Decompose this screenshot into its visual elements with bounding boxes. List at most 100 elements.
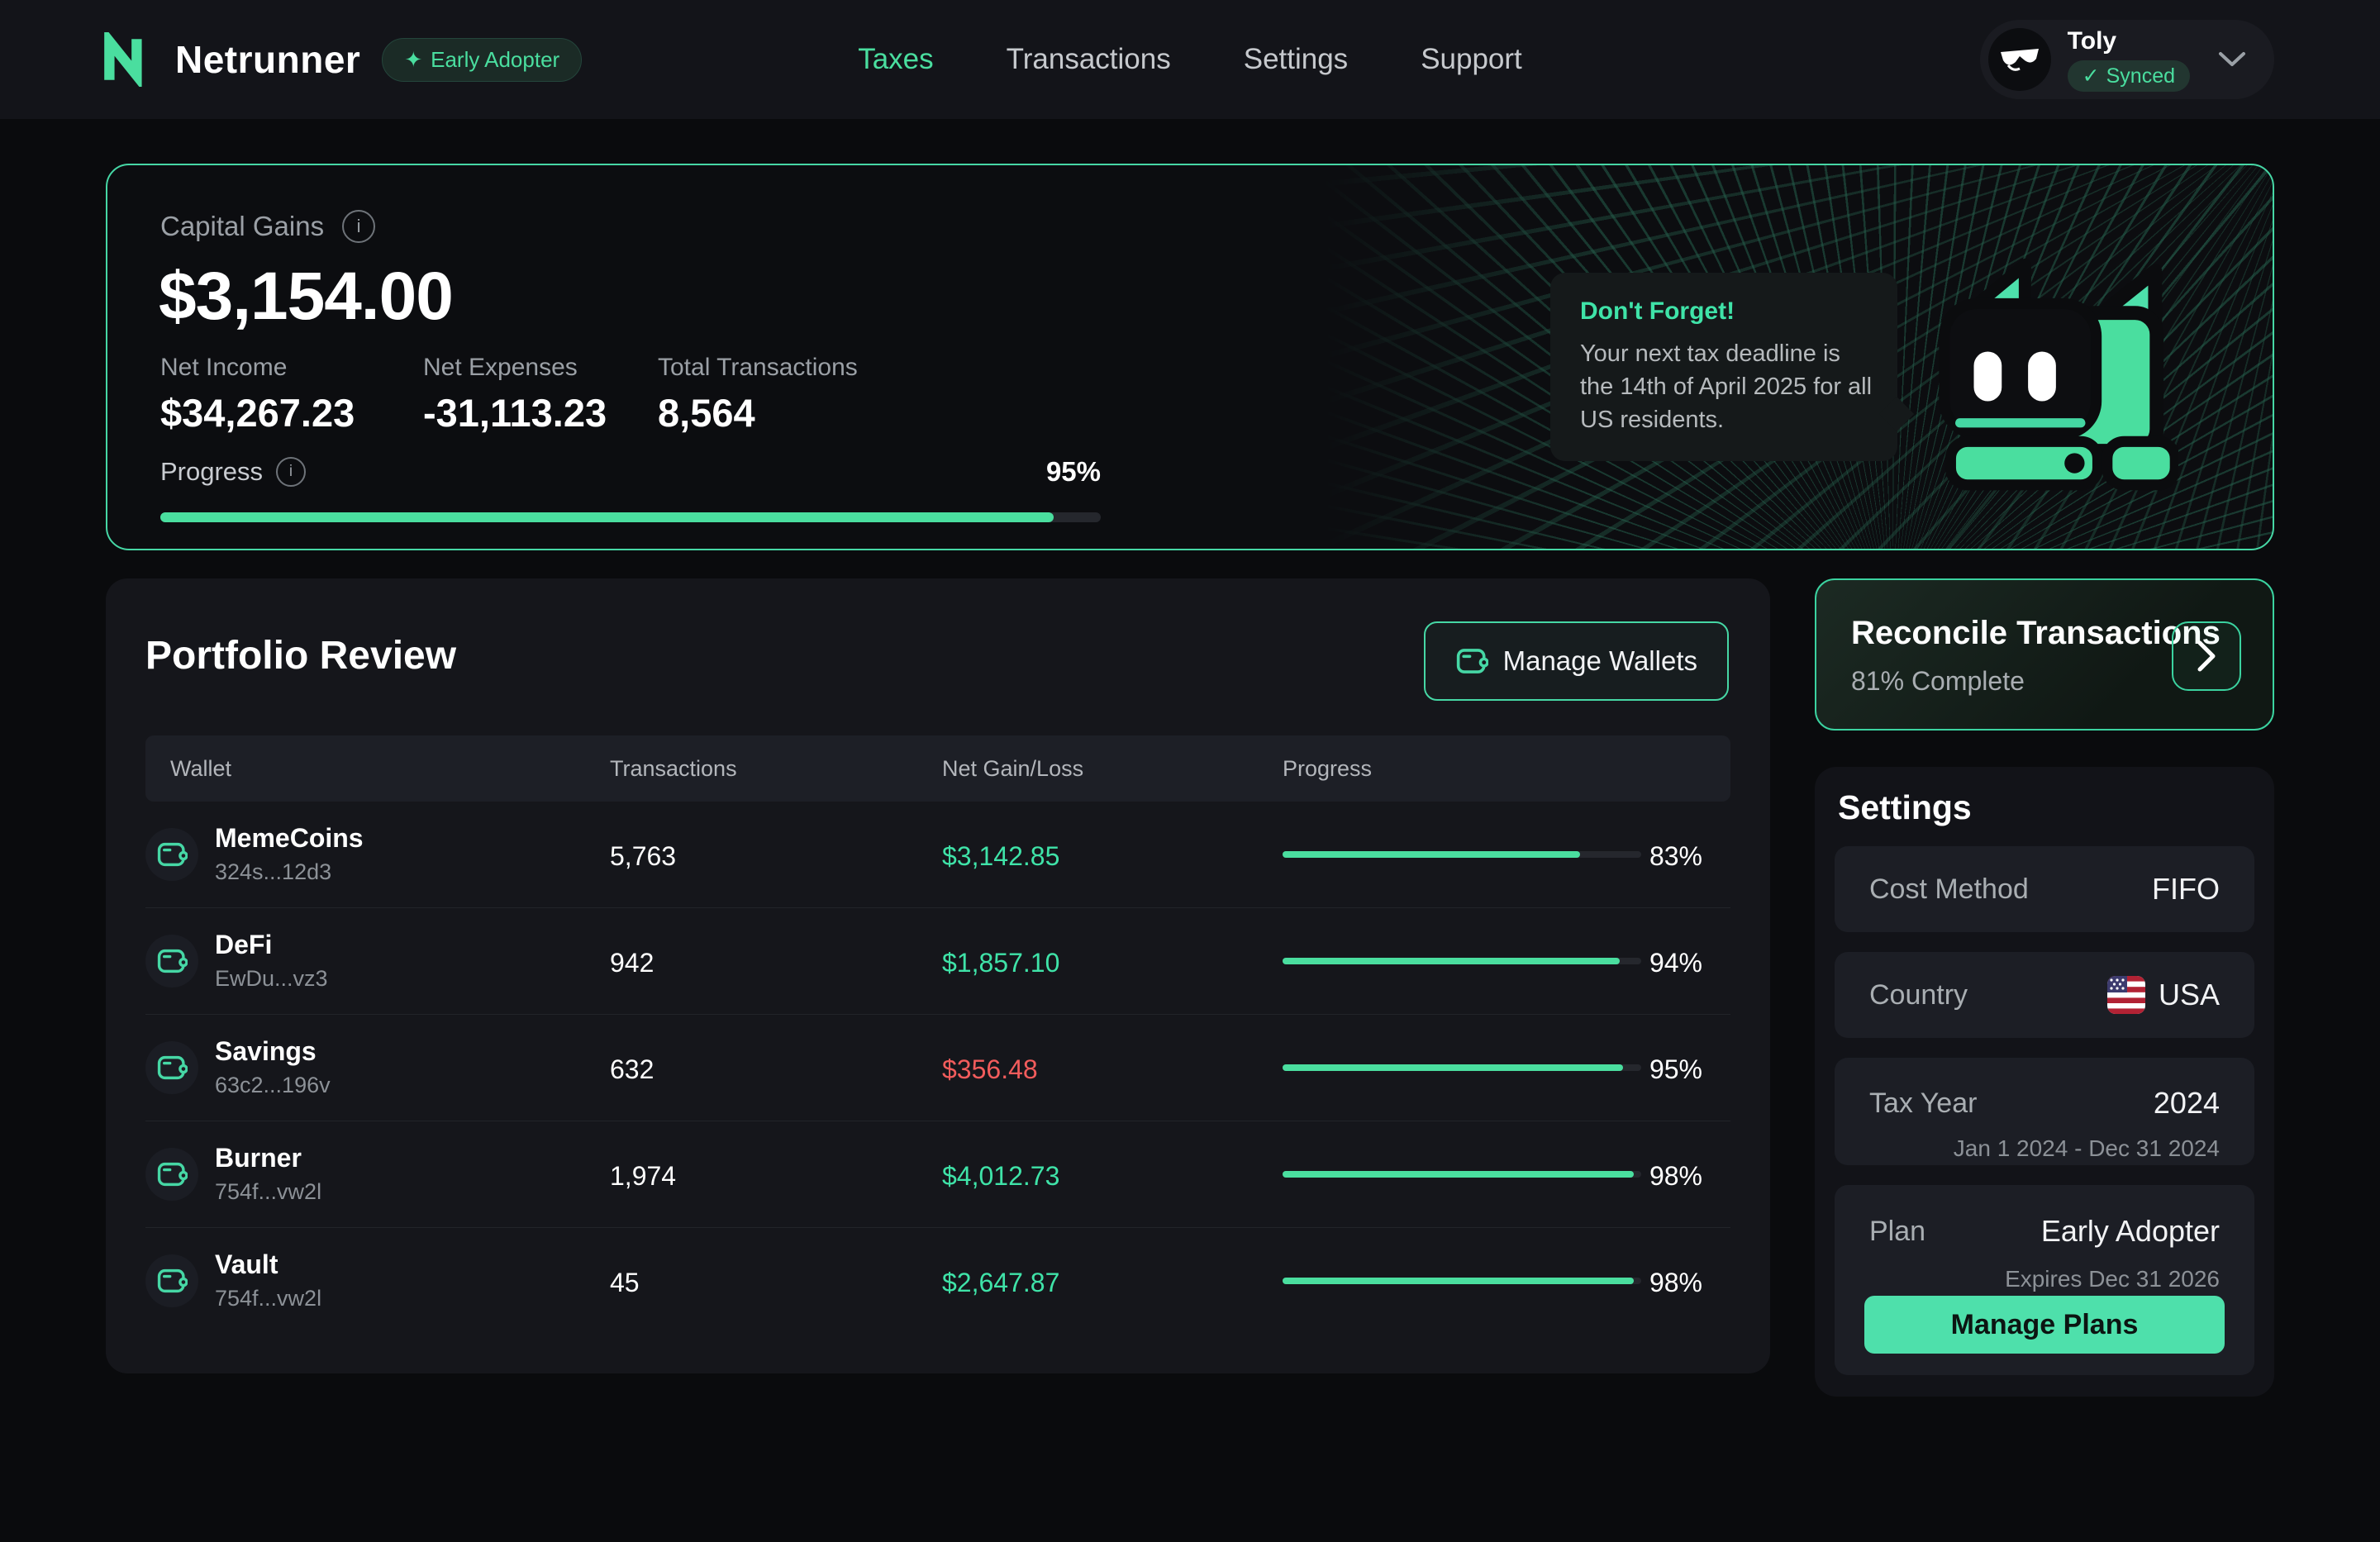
profile-menu[interactable]: Toly ✓ Synced xyxy=(1980,20,2274,99)
tooltip-title: Don't Forget! xyxy=(1580,297,1868,326)
wallet-name: DeFi xyxy=(215,930,272,960)
wallet-net-gain: $356.48 xyxy=(942,1054,1038,1085)
wallet-name: Burner xyxy=(215,1143,302,1173)
hero-progress-fill xyxy=(160,512,1054,522)
net-expenses-label: Net Expenses xyxy=(423,354,658,382)
wallet-progress-percent: 98% xyxy=(1636,1268,1702,1298)
wallet-name: MemeCoins xyxy=(215,823,364,854)
wallet-avatar xyxy=(145,935,198,988)
wallet-avatar xyxy=(145,828,198,881)
wallet-table-header: Wallet Transactions Net Gain/Loss Progre… xyxy=(145,735,1730,802)
wallet-net-gain: $3,142.85 xyxy=(942,841,1059,872)
netrunner-logo-icon xyxy=(99,32,154,87)
country-setting[interactable]: Country xyxy=(1835,952,2254,1038)
wallet-icon xyxy=(156,947,188,975)
wallet-progress-track xyxy=(1283,1171,1641,1178)
portfolio-review-card: Portfolio Review Manage Wallets Wallet T… xyxy=(106,578,1770,1373)
wallet-address: 754f...vw2l xyxy=(215,1179,321,1205)
wallet-net-gain: $4,012.73 xyxy=(942,1161,1059,1192)
total-transactions-label: Total Transactions xyxy=(658,354,858,382)
usa-flag-icon xyxy=(2107,976,2145,1014)
table-row[interactable]: DeFi EwDu...vz3 942 $1,857.10 94% xyxy=(145,908,1730,1015)
wallet-progress-track xyxy=(1283,958,1641,964)
wallet-icon xyxy=(156,1267,188,1295)
profile-info: Toly ✓ Synced xyxy=(2068,27,2190,92)
info-icon[interactable]: i xyxy=(342,210,375,243)
brand-logo[interactable]: Netrunner ✦ Early Adopter xyxy=(99,0,582,119)
wallet-name: Vault xyxy=(215,1249,278,1280)
netrunner-dashboard: Netrunner ✦ Early Adopter Taxes Transact… xyxy=(0,0,2380,1542)
wallet-progress-percent: 94% xyxy=(1636,948,1702,978)
nav-settings[interactable]: Settings xyxy=(1244,43,1348,76)
main-nav: Taxes Transactions Settings Support xyxy=(858,0,1522,119)
hero-progress-track xyxy=(160,512,1101,522)
deadline-tooltip: Don't Forget! Your next tax deadline is … xyxy=(1550,273,1897,461)
check-icon: ✓ xyxy=(2082,64,2100,88)
settings-panel: Settings Cost Method FIFO Country xyxy=(1815,767,2274,1397)
wallet-transactions: 5,763 xyxy=(610,841,676,872)
capital-gains-amount: $3,154.00 xyxy=(159,258,453,336)
wallet-transactions: 942 xyxy=(610,948,654,978)
tax-year-setting[interactable]: Tax Year 2024 Jan 1 2024 - Dec 31 2024 xyxy=(1835,1058,2254,1165)
chevron-down-icon[interactable] xyxy=(2218,51,2246,68)
wallet-progress-track xyxy=(1283,851,1641,858)
wallet-progress-percent: 83% xyxy=(1636,841,1702,872)
tooltip-body: Your next tax deadline is the 14th of Ap… xyxy=(1580,337,1874,436)
wallet-progress-fill xyxy=(1283,1278,1634,1284)
wallet-transactions: 45 xyxy=(610,1268,640,1298)
early-adopter-label: Early Adopter xyxy=(431,47,559,73)
profile-name: Toly xyxy=(2068,27,2190,55)
country-value: USA xyxy=(2159,978,2220,1012)
col-transactions: Transactions xyxy=(610,756,737,782)
wallet-address: 324s...12d3 xyxy=(215,859,331,885)
manage-wallets-label: Manage Wallets xyxy=(1503,645,1697,677)
wallet-progress-fill xyxy=(1283,851,1580,858)
tax-year-value: 2024 xyxy=(2154,1086,2220,1121)
info-icon[interactable]: i xyxy=(276,457,306,487)
table-row[interactable]: Vault 754f...vw2l 45 $2,647.87 98% xyxy=(145,1228,1730,1334)
nav-transactions[interactable]: Transactions xyxy=(1007,43,1171,76)
sync-status-badge: ✓ Synced xyxy=(2068,60,2190,92)
reconcile-transactions-card[interactable]: Reconcile Transactions 81% Complete xyxy=(1815,578,2274,731)
wallet-avatar xyxy=(145,1254,198,1307)
wallet-net-gain: $1,857.10 xyxy=(942,948,1059,978)
capital-gains-title: Capital Gains xyxy=(160,211,324,242)
wallet-progress-percent: 95% xyxy=(1636,1054,1702,1085)
nav-support[interactable]: Support xyxy=(1421,43,1522,76)
plan-setting: Plan Early Adopter Expires Dec 31 2026 M… xyxy=(1835,1185,2254,1375)
brand-name: Netrunner xyxy=(175,37,360,82)
wallet-transactions: 632 xyxy=(610,1054,654,1085)
manage-plans-button[interactable]: Manage Plans xyxy=(1864,1296,2225,1354)
wallet-progress-percent: 98% xyxy=(1636,1161,1702,1192)
wallet-address: EwDu...vz3 xyxy=(215,966,328,992)
wallet-icon xyxy=(156,840,188,869)
table-row[interactable]: Savings 63c2...196v 632 $356.48 95% xyxy=(145,1015,1730,1121)
table-row[interactable]: MemeCoins 324s...12d3 5,763 $3,142.85 83… xyxy=(145,802,1730,908)
sync-status-label: Synced xyxy=(2106,64,2175,88)
net-expenses-value: -31,113.23 xyxy=(423,390,658,435)
wallet-address: 63c2...196v xyxy=(215,1073,331,1098)
early-adopter-badge: ✦ Early Adopter xyxy=(382,38,582,82)
plan-value: Early Adopter xyxy=(2041,1214,2220,1249)
cost-method-setting[interactable]: Cost Method FIFO xyxy=(1835,846,2254,932)
country-label: Country xyxy=(1869,979,1968,1011)
progress-percent: 95% xyxy=(1046,456,1101,488)
net-income-value: $34,267.23 xyxy=(160,390,423,435)
reconcile-title: Reconcile Transactions xyxy=(1851,615,2221,652)
table-row[interactable]: Burner 754f...vw2l 1,974 $4,012.73 98% xyxy=(145,1121,1730,1228)
chevron-right-icon xyxy=(2194,639,2219,673)
hero-stats: Net Income $34,267.23 Net Expenses -31,1… xyxy=(160,354,858,435)
settings-title: Settings xyxy=(1838,788,1972,827)
wallet-name: Savings xyxy=(215,1036,317,1067)
progress-label: Progress xyxy=(160,457,263,487)
chevron-right-button[interactable] xyxy=(2172,621,2241,691)
robot-mascot-icon xyxy=(1930,241,2178,499)
manage-wallets-button[interactable]: Manage Wallets xyxy=(1424,621,1729,701)
portfolio-title: Portfolio Review xyxy=(145,633,456,678)
cost-method-value: FIFO xyxy=(2152,872,2220,907)
capital-gains-card: Capital Gains i $3,154.00 Net Income $34… xyxy=(106,164,2274,550)
top-navbar: Netrunner ✦ Early Adopter Taxes Transact… xyxy=(0,0,2380,119)
wallet-transactions: 1,974 xyxy=(610,1161,676,1192)
total-transactions-value: 8,564 xyxy=(658,390,858,435)
nav-taxes[interactable]: Taxes xyxy=(858,43,933,76)
